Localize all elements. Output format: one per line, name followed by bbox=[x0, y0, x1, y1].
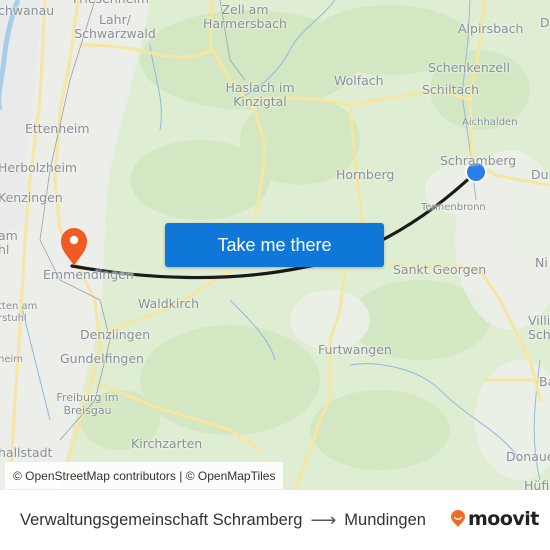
place-label-lahr-line2: Schwarzwald bbox=[74, 26, 156, 41]
place-label-huefingen: Hüfi bbox=[524, 478, 550, 491]
place-label-ihringen: tten am rstuhl bbox=[0, 301, 37, 325]
place-label-zell: Zell am Harmersbach bbox=[195, 3, 295, 31]
place-label-endingen: am hl bbox=[0, 229, 18, 257]
place-label-ihringen-line1: tten am bbox=[0, 301, 38, 312]
place-label-ettenheim: Ettenheim bbox=[25, 121, 90, 136]
place-label-friesenheim: Friesenheim bbox=[73, 0, 149, 6]
place-label-schenkenzell: Schenkenzell bbox=[428, 60, 510, 75]
place-label-endingen-line2: hl bbox=[0, 242, 10, 257]
place-label-haslach: Haslach im Kinzigtal bbox=[210, 81, 310, 109]
map-attribution[interactable]: © OpenStreetMap contributors | © OpenMap… bbox=[5, 462, 284, 489]
place-label-lahr: Lahr/ Schwarzwald bbox=[60, 13, 170, 41]
place-label-donaueschingen: Donaue bbox=[506, 449, 550, 464]
place-label-gundelfingen: Gundelfingen bbox=[60, 351, 144, 366]
place-label-herbolzheim: Herbolzheim bbox=[0, 160, 78, 175]
place-label-bad-duerrheim: Ba bbox=[539, 374, 550, 389]
map-canvas[interactable]: chwanau Friesenheim Lahr/ Schwarzwald Ze… bbox=[0, 0, 550, 490]
place-label-haslach-line1: Haslach im bbox=[225, 80, 295, 95]
place-label-villingen-line1: Villi bbox=[528, 313, 550, 328]
place-label-haslach-line2: Kinzigtal bbox=[233, 94, 287, 109]
place-label-kirchzarten: Kirchzarten bbox=[131, 436, 203, 451]
place-label-schiltach: Schiltach bbox=[422, 82, 480, 97]
place-label-wolfach: Wolfach bbox=[334, 73, 384, 88]
route-origin: Verwaltungsgemeinschaft Schramberg bbox=[20, 511, 303, 529]
place-label-furtwangen: Furtwangen bbox=[318, 342, 392, 357]
place-label-emmendingen: Emmendingen bbox=[43, 267, 134, 282]
place-label-villingen-line2: Schwe bbox=[528, 327, 550, 342]
place-label-dornhan: D bbox=[540, 15, 550, 30]
place-label-merzhausen: hallstadt bbox=[0, 445, 53, 460]
take-me-there-button[interactable]: Take me there bbox=[165, 223, 384, 267]
place-label-ihringen-line2: rstuhl bbox=[0, 313, 27, 324]
moovit-pin-icon bbox=[451, 510, 465, 527]
place-label-endingen-line1: am bbox=[0, 228, 18, 243]
place-label-denzlingen: Denzlingen bbox=[80, 327, 151, 342]
place-label-alpirsbach: Alpirsbach bbox=[458, 21, 524, 36]
place-label-zell-line2: Harmersbach bbox=[203, 16, 287, 31]
arrow-right-icon: ⟶ bbox=[310, 510, 337, 530]
place-label-niedereschach: Ni bbox=[535, 255, 548, 270]
place-label-zell-line1: Zell am bbox=[221, 2, 269, 17]
place-label-aichhalden: Aichhalden bbox=[462, 117, 518, 128]
moovit-logo[interactable]: moovit bbox=[450, 508, 539, 530]
place-label-villingen: Villi Schwe bbox=[528, 314, 550, 342]
place-label-lahr-line1: Lahr/ bbox=[99, 12, 131, 27]
place-label-schwanau: chwanau bbox=[0, 3, 55, 18]
moovit-wordmark: moovit bbox=[468, 508, 539, 530]
place-label-dunningen: Du bbox=[531, 167, 549, 182]
place-label-schramberg: Schramberg bbox=[440, 153, 517, 168]
place-label-umkirch: heim bbox=[0, 354, 24, 365]
place-label-freiburg-line2: Breisgau bbox=[63, 404, 112, 417]
place-label-freiburg: Freiburg im Breisgau bbox=[45, 391, 130, 417]
place-label-hornberg: Hornberg bbox=[336, 167, 395, 182]
route-title: Verwaltungsgemeinschaft Schramberg ⟶ Mun… bbox=[20, 510, 426, 531]
place-label-sankt-georgen: Sankt Georgen bbox=[393, 262, 487, 277]
place-label-waldkirch: Waldkirch bbox=[138, 296, 199, 311]
route-destination: Mundingen bbox=[344, 511, 426, 529]
place-label-tennenbronn: Tennenbronn bbox=[421, 202, 486, 213]
place-label-freiburg-line1: Freiburg im bbox=[56, 391, 119, 404]
place-label-kenzingen: Kenzingen bbox=[0, 190, 63, 205]
